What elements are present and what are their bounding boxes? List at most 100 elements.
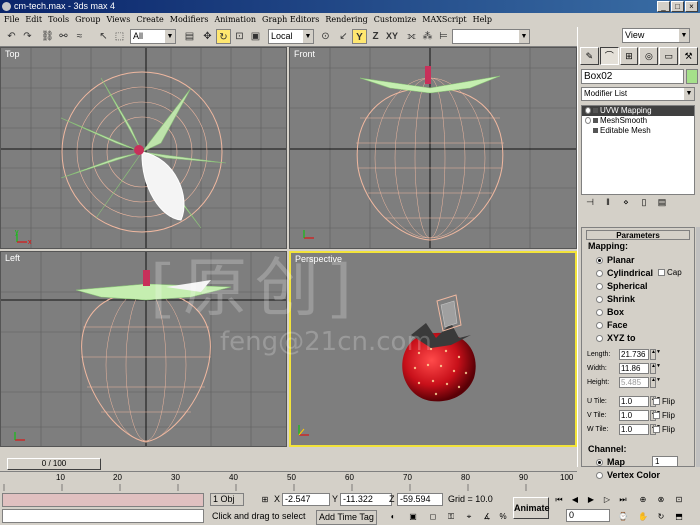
zoom-all-icon[interactable]: ⊗ bbox=[654, 493, 668, 506]
render-icon[interactable]: ◐ bbox=[386, 510, 400, 523]
menu-group[interactable]: Group bbox=[75, 13, 100, 27]
menu-graph-editors[interactable]: Graph Editors bbox=[262, 13, 319, 27]
select-region-icon[interactable]: ⬚ bbox=[112, 29, 127, 44]
expand-icon[interactable] bbox=[593, 128, 598, 133]
radio-indicator[interactable] bbox=[596, 270, 603, 277]
command-panel-scrollbar[interactable] bbox=[696, 227, 700, 467]
spinner-arrows-icon[interactable]: ▲▼ bbox=[650, 363, 661, 374]
arc-rotate-icon[interactable]: ↻ bbox=[654, 510, 668, 523]
animate-button[interactable]: Animate bbox=[513, 497, 550, 519]
create-tab-icon[interactable]: ✎ bbox=[580, 47, 599, 65]
stack-item-editable-mesh[interactable]: Editable Mesh bbox=[582, 126, 694, 136]
undo-icon[interactable]: ↶ bbox=[4, 29, 19, 44]
scale-dropdown-icon[interactable]: ▣ bbox=[248, 29, 263, 44]
go-to-start-icon[interactable]: ⏮ bbox=[552, 493, 566, 506]
display-tab-icon[interactable]: ▭ bbox=[659, 47, 679, 65]
array-icon[interactable]: ⁂ bbox=[420, 29, 435, 44]
maximize-viewport-icon[interactable]: ⬒ bbox=[672, 510, 686, 523]
menu-rendering[interactable]: Rendering bbox=[325, 13, 367, 27]
menu-customize[interactable]: Customize bbox=[374, 13, 417, 27]
minimize-button[interactable]: _ bbox=[657, 1, 670, 12]
maxscript-input[interactable] bbox=[2, 509, 204, 523]
modify-tab-icon[interactable]: ⌒ bbox=[599, 47, 619, 65]
motion-tab-icon[interactable]: ◎ bbox=[639, 47, 659, 65]
track-bar[interactable]: 10 20 30 40 50 60 70 80 90 100 bbox=[0, 471, 577, 492]
scale-icon[interactable]: ⊡ bbox=[232, 29, 247, 44]
maximize-button[interactable]: □ bbox=[671, 1, 684, 12]
axis-z-button[interactable]: Z bbox=[368, 29, 383, 44]
mirror-icon[interactable]: ⟗ bbox=[404, 29, 419, 44]
time-config-icon[interactable]: ⌚ bbox=[616, 510, 630, 523]
zoom-extents-icon[interactable]: ⊡ bbox=[672, 493, 686, 506]
flip-w-checkbox[interactable]: Flip bbox=[653, 424, 675, 435]
y-coordinate-field[interactable]: -11.322 bbox=[340, 493, 392, 506]
select-by-name-icon[interactable]: ▤ bbox=[182, 29, 197, 44]
radio-face[interactable]: Face bbox=[596, 319, 628, 331]
unlink-icon[interactable]: ⚯ bbox=[56, 29, 71, 44]
viewport-perspective[interactable]: Perspective bbox=[289, 251, 577, 447]
selection-filter-dropdown[interactable]: All ▼ bbox=[130, 29, 176, 44]
lightbulb-icon[interactable] bbox=[585, 117, 591, 124]
modifier-list-dropdown[interactable]: Modifier List ▼ bbox=[581, 87, 695, 101]
close-button[interactable]: × bbox=[685, 1, 698, 12]
stack-item-uvw-mapping[interactable]: UVW Mapping bbox=[582, 106, 694, 116]
move-icon[interactable]: ✥ bbox=[200, 29, 215, 44]
radio-cylindrical[interactable]: Cylindrical bbox=[596, 267, 653, 279]
parameters-rollout-title[interactable]: Parameters bbox=[586, 230, 690, 240]
box-icon[interactable]: ◻ bbox=[426, 510, 440, 523]
axis-y-button[interactable]: Y bbox=[352, 29, 367, 44]
radio-indicator[interactable] bbox=[596, 296, 603, 303]
rotate-icon[interactable]: ↻ bbox=[216, 29, 231, 44]
height-field[interactable]: 5.485 bbox=[619, 377, 649, 388]
select-icon[interactable]: ↖ bbox=[96, 29, 111, 44]
spinner-arrows-icon[interactable]: ▲▼ bbox=[650, 349, 661, 360]
radio-planar[interactable]: Planar bbox=[596, 254, 635, 266]
vtile-field[interactable]: 1.0 bbox=[619, 410, 649, 421]
radio-shrink[interactable]: Shrink bbox=[596, 293, 635, 305]
hierarchy-tab-icon[interactable]: ⊞ bbox=[619, 47, 639, 65]
axis-xy-button[interactable]: XY bbox=[384, 29, 400, 44]
percent-snap-icon[interactable]: % bbox=[496, 510, 510, 523]
show-end-result-icon[interactable]: ‖ bbox=[601, 197, 615, 209]
configure-sets-icon[interactable]: ▤ bbox=[655, 197, 669, 209]
checkbox-box[interactable] bbox=[658, 269, 665, 276]
angle-snap-icon[interactable]: ∡ bbox=[480, 510, 494, 523]
view-dropdown[interactable]: View ▼ bbox=[622, 28, 690, 43]
menu-file[interactable]: File bbox=[4, 13, 19, 27]
radio-spherical[interactable]: Spherical bbox=[596, 280, 648, 292]
radio-box[interactable]: Box bbox=[596, 306, 624, 318]
axis-x-icon[interactable]: ↙ bbox=[336, 29, 351, 44]
time-slider[interactable]: 0 / 100 bbox=[0, 457, 577, 471]
stack-item-meshsmooth[interactable]: MeshSmooth bbox=[582, 116, 694, 126]
current-frame-field[interactable]: 0 bbox=[566, 509, 610, 522]
radio-vertex-color[interactable]: Vertex Color bbox=[596, 469, 660, 481]
wtile-field[interactable]: 1.0 bbox=[619, 424, 649, 435]
x-coordinate-field[interactable]: -2.547 bbox=[282, 493, 330, 506]
radio-map-channel[interactable]: Map bbox=[596, 456, 625, 468]
checkbox-box[interactable] bbox=[653, 398, 660, 405]
next-frame-icon[interactable]: ▷ bbox=[600, 493, 614, 506]
go-to-end-icon[interactable]: ⏭ bbox=[616, 493, 630, 506]
utilities-tab-icon[interactable]: ⚒ bbox=[679, 47, 698, 65]
pivot-icon[interactable]: ⊙ bbox=[318, 29, 333, 44]
time-slider-thumb[interactable]: 0 / 100 bbox=[7, 458, 101, 470]
map-channel-field[interactable]: 1 bbox=[652, 456, 678, 467]
snap-icon[interactable]: ⌖ bbox=[462, 510, 476, 523]
viewport-left[interactable]: Left bbox=[0, 251, 287, 447]
lock-selection-icon[interactable]: ⊞ bbox=[258, 493, 272, 506]
zoom-icon[interactable]: ⊕ bbox=[636, 493, 650, 506]
expand-icon[interactable] bbox=[593, 108, 598, 113]
radio-indicator[interactable] bbox=[596, 459, 603, 466]
menu-tools[interactable]: Tools bbox=[48, 13, 69, 27]
width-field[interactable]: 11.86 bbox=[619, 363, 649, 374]
radio-indicator[interactable] bbox=[596, 335, 603, 342]
radio-indicator[interactable] bbox=[596, 283, 603, 290]
pin-stack-icon[interactable]: ⊣ bbox=[583, 197, 597, 209]
radio-indicator[interactable] bbox=[596, 257, 603, 264]
named-selection-dropdown[interactable]: ▼ bbox=[452, 29, 530, 44]
expand-icon[interactable] bbox=[593, 118, 598, 123]
checkbox-box[interactable] bbox=[653, 412, 660, 419]
menu-maxscript[interactable]: MAXScript bbox=[422, 13, 466, 27]
bind-space-warp-icon[interactable]: ≈ bbox=[72, 29, 87, 44]
quick-render-icon[interactable]: ▣ bbox=[406, 510, 420, 523]
